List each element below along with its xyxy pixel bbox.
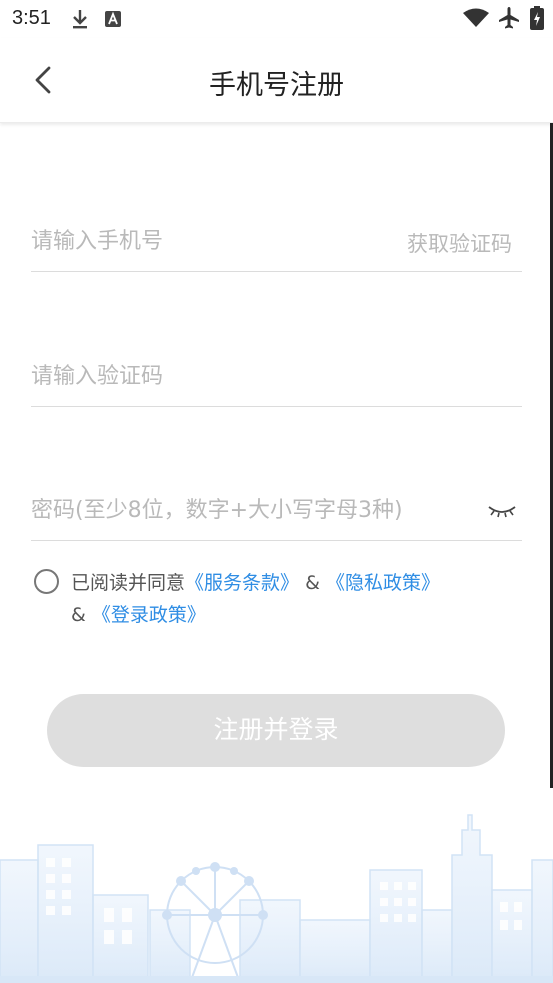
phone-input[interactable] [31, 212, 371, 270]
terms-of-service-link[interactable]: 《服务条款》 [185, 572, 299, 594]
login-policy-link[interactable]: 《登录政策》 [92, 604, 206, 626]
agreement-line-2: & 《登录政策》 [71, 600, 206, 627]
verification-code-field [31, 347, 522, 407]
airplane-mode-icon [499, 7, 519, 29]
ampersand: & [299, 572, 326, 594]
status-time: 3:51 [12, 7, 51, 29]
text-a-icon [105, 11, 121, 27]
register-login-button[interactable]: 注册并登录 [47, 694, 505, 767]
app-header: 手机号注册 [0, 38, 553, 123]
status-bar: 3:51 [0, 0, 553, 38]
password-input[interactable] [31, 481, 451, 539]
verification-code-input[interactable] [31, 347, 371, 405]
city-skyline-illustration [0, 814, 553, 983]
battery-icon [530, 6, 544, 30]
wifi-icon [463, 8, 489, 27]
phone-field: 获取验证码 [31, 212, 522, 272]
agreement-checkbox[interactable] [34, 569, 59, 594]
ampersand: & [71, 604, 92, 626]
privacy-policy-link[interactable]: 《隐私政策》 [326, 572, 440, 594]
password-field [31, 481, 522, 541]
download-icon [73, 10, 87, 29]
agreement-line-1: 已阅读并同意《服务条款》 & 《隐私政策》 [71, 568, 440, 595]
agreement-prefix: 已阅读并同意 [71, 572, 186, 594]
eye-closed-icon[interactable] [486, 501, 518, 521]
page-title: 手机号注册 [209, 70, 344, 101]
get-code-button[interactable]: 获取验证码 [407, 228, 512, 258]
